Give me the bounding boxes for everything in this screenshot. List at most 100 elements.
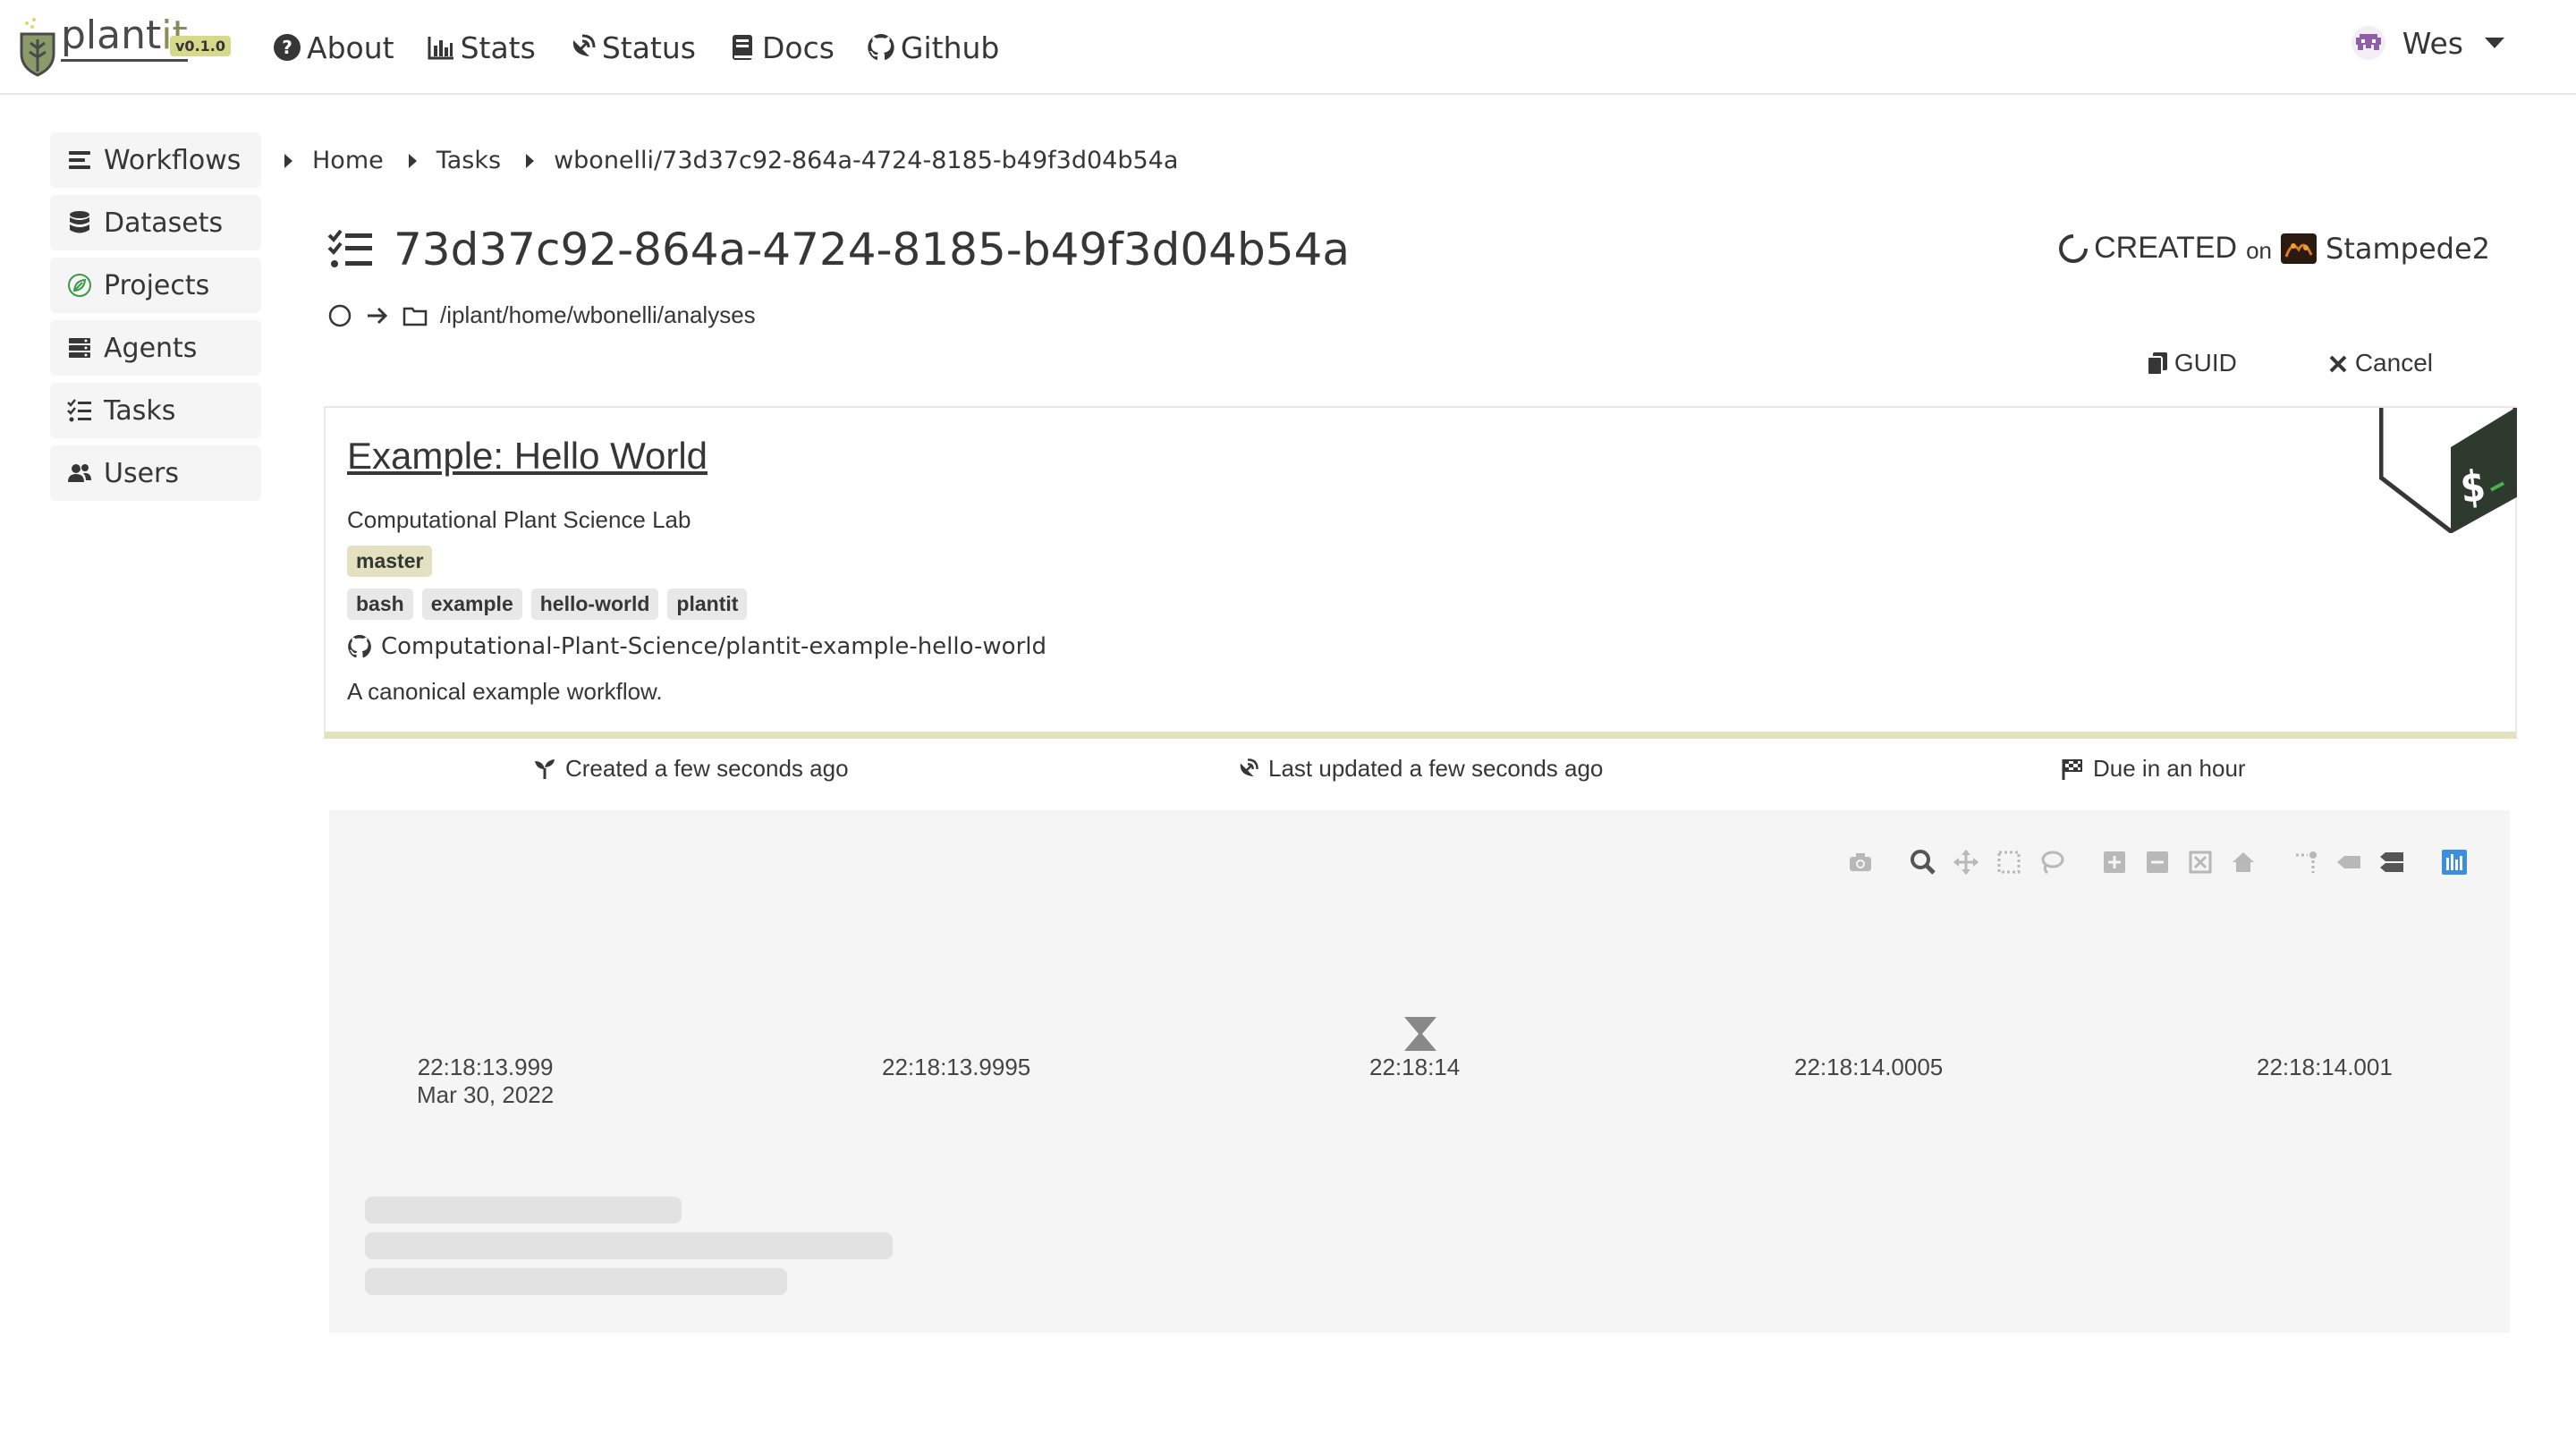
branch-badge: master	[347, 546, 433, 577]
top-navbar: plantit v0.1.0 ? About Stats Status Docs…	[0, 0, 2576, 95]
nav-about-link[interactable]: ? About	[273, 30, 394, 65]
sidebar-item-label: Tasks	[104, 394, 176, 427]
guid-button-label: GUID	[2174, 349, 2237, 377]
circle-icon	[328, 304, 352, 326]
created-text: Created a few seconds ago	[565, 755, 849, 782]
spinner-icon	[2059, 233, 2089, 263]
topic-tag: hello-world	[530, 588, 659, 620]
server-icon	[69, 338, 90, 358]
agent-logo-icon	[2281, 233, 2317, 264]
sidebar-item-projects[interactable]: Projects	[50, 258, 261, 313]
nav-stats-label: Stats	[460, 30, 536, 65]
nav-status-label: Status	[601, 30, 696, 65]
breadcrumb-label: Tasks	[436, 147, 502, 174]
task-guid: 73d37c92-864a-4724-8185-b49f3d04b54a	[394, 224, 1350, 275]
caret-right-icon	[408, 153, 417, 168]
plotly-logo-icon[interactable]	[2440, 848, 2469, 876]
breadcrumb-label: wbonelli/73d37c92-864a-4724-8185-b49f3d0…	[554, 147, 1179, 174]
sidebar-item-tasks[interactable]: Tasks	[50, 383, 261, 438]
plantit-leaf-logo-icon	[20, 18, 55, 77]
sidebar-item-agents[interactable]: Agents	[50, 320, 261, 376]
svg-text:$: $	[2457, 461, 2488, 513]
flag-checkered-icon	[2062, 758, 2082, 780]
svg-text:?: ?	[282, 37, 292, 58]
due-text: Due in an hour	[2093, 755, 2246, 782]
seedling-icon	[535, 758, 555, 779]
breadcrumb-home[interactable]: Home	[284, 147, 384, 174]
status-label: CREATED	[2094, 231, 2238, 265]
x-axis-tick-label: 22:18:13.9995	[882, 1054, 1031, 1080]
folder-icon	[402, 307, 428, 326]
tasks-icon	[67, 399, 91, 422]
page-title: 73d37c92-864a-4724-8185-b49f3d04b54a	[327, 224, 1350, 275]
created-timestamp: Created a few seconds ago	[533, 755, 849, 783]
nav-github-link[interactable]: Github	[867, 30, 999, 65]
workflow-name-link[interactable]: Example: Hello World	[347, 435, 708, 478]
reset-axes-icon[interactable]	[2229, 848, 2258, 876]
close-icon	[2329, 355, 2347, 373]
brand-name: plantit	[61, 13, 188, 62]
pan-icon[interactable]	[1952, 848, 1980, 876]
sidebar-item-label: Projects	[104, 269, 210, 301]
list-icon	[69, 151, 90, 169]
zoom-icon[interactable]	[1909, 848, 1937, 876]
box-select-icon[interactable]	[1995, 848, 2023, 876]
leaf-circle-icon	[68, 274, 91, 297]
copy-icon	[2146, 352, 2167, 376]
users-icon	[68, 464, 91, 482]
caret-right-icon	[526, 153, 535, 168]
updated-timestamp: Last updated a few seconds ago	[1236, 755, 1603, 783]
status-on-label: on	[2246, 237, 2272, 264]
spike-lines-icon[interactable]	[2292, 848, 2320, 876]
caret-right-icon	[284, 153, 292, 168]
hourglass-icon	[1404, 1017, 1436, 1051]
pixel-invader-avatar-icon	[2351, 26, 2385, 60]
hover-closest-icon[interactable]	[2334, 848, 2363, 876]
loading-skeleton-line	[365, 1268, 787, 1295]
sidebar-item-datasets[interactable]: Datasets	[50, 195, 261, 250]
nav-docs-link[interactable]: Docs	[728, 30, 835, 65]
output-path-text[interactable]: /iplant/home/wbonelli/analyses	[440, 301, 756, 329]
lasso-icon[interactable]	[2038, 848, 2066, 876]
nav-github-label: Github	[900, 30, 1000, 65]
satellite-dish-icon	[572, 34, 596, 56]
hover-compare-icon[interactable]	[2377, 848, 2406, 876]
copy-guid-button[interactable]: GUID	[2146, 349, 2237, 377]
version-badge: v0.1.0	[170, 36, 231, 56]
workflow-card: Example: Hello World Computational Plant…	[324, 406, 2517, 739]
user-menu-dropdown[interactable]: Wes	[2351, 25, 2504, 61]
sidebar-item-users[interactable]: Users	[50, 445, 261, 501]
caret-down-icon	[2485, 38, 2504, 48]
cancel-button-label: Cancel	[2354, 349, 2433, 377]
sidebar-item-label: Users	[104, 457, 180, 489]
arrow-right-icon	[368, 307, 388, 324]
breadcrumb: Home Tasks wbonelli/73d37c92-864a-4724-8…	[284, 147, 1203, 174]
updated-text: Last updated a few seconds ago	[1268, 755, 1604, 782]
breadcrumb-current-task[interactable]: wbonelli/73d37c92-864a-4724-8185-b49f3d0…	[526, 147, 1178, 174]
zoom-out-icon[interactable]	[2143, 848, 2172, 876]
due-timestamp: Due in an hour	[2061, 755, 2246, 783]
camera-icon[interactable]	[1846, 848, 1875, 876]
repository-name: Computational-Plant-Science/plantit-exam…	[381, 633, 1046, 660]
bar-chart-icon	[428, 37, 453, 60]
topic-tags: bash example hello-world plantit	[347, 588, 756, 620]
breadcrumb-tasks[interactable]: Tasks	[408, 147, 502, 174]
tasks-icon	[327, 229, 372, 267]
sidebar-item-label: Datasets	[104, 207, 224, 239]
sidebar-item-label: Workflows	[104, 144, 242, 176]
nav-status-link[interactable]: Status	[568, 30, 696, 65]
task-timeline-chart[interactable]: 22:18:13.999 Mar 30, 2022 22:18:13.9995 …	[329, 810, 2510, 1333]
nav-stats-link[interactable]: Stats	[427, 30, 536, 65]
zoom-in-icon[interactable]	[2100, 848, 2129, 876]
autoscale-icon[interactable]	[2186, 848, 2215, 876]
repository-link[interactable]: Computational-Plant-Science/plantit-exam…	[347, 633, 1046, 660]
sidebar-item-workflows[interactable]: Workflows	[50, 132, 261, 188]
plot-modebar	[1832, 848, 2469, 876]
brand-logo-link[interactable]: plantit v0.1.0	[18, 9, 231, 80]
workflow-description: A canonical example workflow.	[347, 678, 663, 705]
cancel-task-button[interactable]: Cancel	[2326, 349, 2433, 377]
satellite-dish-icon	[1240, 758, 1258, 776]
agent-name[interactable]: Stampede2	[2326, 232, 2490, 266]
workflow-organization: Computational Plant Science Lab	[347, 506, 691, 533]
x-axis-tick-label: 22:18:14.001	[2257, 1054, 2393, 1080]
